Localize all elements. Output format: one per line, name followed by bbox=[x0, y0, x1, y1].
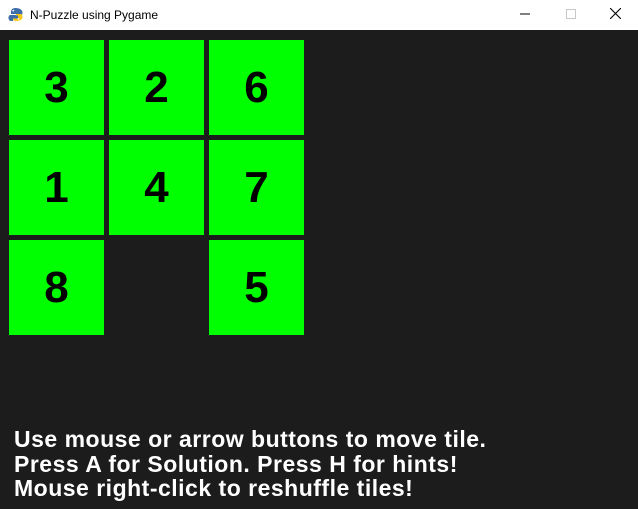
maximize-icon bbox=[566, 8, 576, 22]
puzzle-tile[interactable]: 7 bbox=[209, 140, 304, 235]
puzzle-tile[interactable]: 8 bbox=[9, 240, 104, 335]
minimize-icon bbox=[520, 8, 530, 22]
pygame-snake-icon bbox=[8, 7, 23, 22]
puzzle-tile[interactable]: 3 bbox=[9, 40, 104, 135]
close-button[interactable] bbox=[592, 0, 638, 30]
close-icon bbox=[609, 7, 621, 22]
puzzle-tile[interactable]: 1 bbox=[9, 140, 104, 235]
game-canvas[interactable]: 3 2 6 1 4 7 8 5 Use mouse or arrow butto… bbox=[0, 30, 638, 509]
instruction-line: Press A for Solution. Press H for hints! bbox=[14, 450, 458, 477]
minimize-button[interactable] bbox=[502, 0, 548, 30]
title-bar[interactable]: N-Puzzle using Pygame bbox=[0, 0, 638, 30]
app-window: N-Puzzle using Pygame 3 2 6 1 4 7 8 5 Us… bbox=[0, 0, 638, 509]
puzzle-tile[interactable]: 5 bbox=[209, 240, 304, 335]
window-title: N-Puzzle using Pygame bbox=[30, 8, 159, 22]
instructions-text: Use mouse or arrow buttons to move tile.… bbox=[14, 427, 486, 501]
instruction-line: Mouse right-click to reshuffle tiles! bbox=[14, 475, 414, 501]
puzzle-tile[interactable]: 6 bbox=[209, 40, 304, 135]
puzzle-tile[interactable]: 4 bbox=[109, 140, 204, 235]
maximize-button[interactable] bbox=[548, 0, 594, 30]
puzzle-tile[interactable]: 2 bbox=[109, 40, 204, 135]
instruction-line: Use mouse or arrow buttons to move tile. bbox=[14, 426, 487, 452]
empty-slot[interactable] bbox=[109, 240, 204, 335]
